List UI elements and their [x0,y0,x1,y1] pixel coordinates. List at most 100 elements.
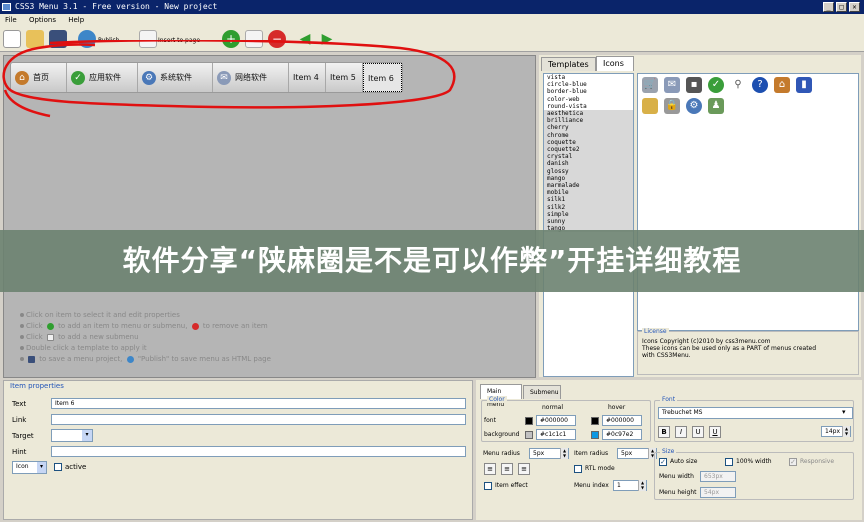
chevron-down-icon[interactable]: ▾ [37,462,46,473]
menu-item-6[interactable]: Item 6 [363,63,402,92]
underline-button-2[interactable]: U [709,426,721,438]
list-item[interactable]: sunny [544,218,633,226]
book-icon[interactable]: ▮ [796,77,812,93]
minimize-button[interactable]: _ [823,2,834,12]
font-hover-swatch[interactable] [591,417,599,425]
publish-globe-icon[interactable] [78,30,96,48]
publish-label[interactable]: Publish [98,37,119,44]
move-right-arrow-icon[interactable]: ▶ [318,30,336,48]
chevron-down-icon[interactable]: ▾ [82,430,92,441]
cart-icon[interactable]: 🛒 [642,77,658,93]
stepper-arrows-icon[interactable]: ▲ ▼ [842,426,850,437]
bg-hover-input[interactable]: #0c97e2 [602,429,642,440]
menu-item-home[interactable]: ⌂ 首页 [11,63,67,92]
stepper-arrows-icon[interactable]: ▲ ▼ [638,480,646,491]
icon-select[interactable]: Icon ▾ [12,461,47,474]
link-input[interactable] [51,414,466,425]
home-icon[interactable]: ⌂ [774,77,790,93]
list-item[interactable]: aesthetica [544,110,633,118]
add-submenu-icon[interactable] [245,30,263,48]
list-item[interactable]: silk1 [544,196,633,204]
active-checkbox[interactable] [54,463,62,471]
hint-input[interactable] [51,446,466,457]
list-item[interactable]: cherry [544,124,633,132]
open-folder-icon[interactable] [26,30,44,48]
font-normal-swatch[interactable] [525,417,533,425]
tab-templates[interactable]: Templates [541,57,596,71]
bg-hover-swatch[interactable] [591,431,599,439]
auto-size-checkbox[interactable]: ✓ [659,458,667,466]
lock-icon[interactable]: 🔒 [664,98,680,114]
list-item[interactable]: chrome [544,131,633,139]
menu-radius-input[interactable]: 5px ▲ ▼ [529,448,569,459]
bold-button[interactable]: B [658,426,670,438]
list-item[interactable]: mango [544,174,633,183]
folder-icon[interactable] [642,98,658,114]
item-effect-checkbox[interactable] [484,482,492,490]
list-item[interactable]: mobile [544,189,633,197]
search-icon[interactable]: ⚲ [730,77,746,93]
bg-normal-input[interactable]: #c1c1c1 [536,429,576,440]
menu-item-system[interactable]: ⚙ 系统软件 [138,63,213,92]
font-normal-input[interactable]: #000000 [536,415,576,426]
align-right-button[interactable]: ≡ [518,463,530,475]
target-select[interactable]: ▾ [51,429,93,442]
gear-icon[interactable]: ⚙ [686,98,702,114]
list-item[interactable]: glossy [544,167,633,175]
new-icon[interactable] [3,30,21,48]
font-hover-input[interactable]: #000000 [602,415,642,426]
list-item[interactable]: danish [544,160,633,168]
menu-item-5[interactable]: Item 5 [326,63,363,92]
disk-icon[interactable]: ▪ [686,77,702,93]
underline-button[interactable]: U [692,426,704,438]
menu-help[interactable]: Help [68,16,84,24]
menu-index-input[interactable]: 1 ▲ ▼ [613,480,647,491]
text-input[interactable]: Item 6 [51,398,466,409]
font-size-input[interactable]: 14px ▲ ▼ [821,426,851,437]
check-icon[interactable]: ✓ [708,77,724,93]
close-button[interactable]: ✕ [849,2,860,12]
users-icon[interactable]: ♟ [708,98,724,114]
menu-width-input[interactable]: 653px [700,471,736,482]
menu-item-apps[interactable]: ✓ 应用软件 [67,63,138,92]
list-item[interactable]: marmalade [544,182,633,190]
move-left-arrow-icon[interactable]: ◀ [296,30,314,48]
list-item[interactable]: color-web [547,96,633,103]
list-item[interactable]: round-vista [547,103,633,110]
menu-file[interactable]: File [5,16,17,24]
align-center-button[interactable]: ≡ [501,463,513,475]
remove-item-icon[interactable]: − [268,30,286,48]
list-item[interactable]: vista [547,74,633,81]
align-left-button[interactable]: ≡ [484,463,496,475]
italic-button[interactable]: I [675,426,687,438]
add-item-icon[interactable]: + [222,30,240,48]
menu-item-network[interactable]: ✉ 网络软件 [213,63,289,92]
bg-normal-swatch[interactable] [525,431,533,439]
font-family-select[interactable]: Trebuchet MS [658,407,853,419]
maximize-button[interactable]: □ [836,2,847,12]
list-item[interactable]: circle-blue [547,81,633,88]
insert-page-icon[interactable] [139,30,157,48]
mail-icon[interactable]: ✉ [664,77,680,93]
chevron-down-icon[interactable]: ▾ [842,408,846,416]
menu-height-input[interactable]: 54px [700,487,736,498]
tab-icons[interactable]: Icons [596,56,634,71]
list-item[interactable]: brilliance [544,117,633,125]
list-item[interactable]: border-blue [547,88,633,95]
save-icon[interactable] [49,30,67,48]
template-list[interactable]: vista circle-blue border-blue color-web … [543,73,634,377]
list-item[interactable]: simple [544,210,633,219]
menu-item-4[interactable]: Item 4 [289,63,326,92]
insert-label[interactable]: Insert to page [158,37,200,44]
rtl-checkbox[interactable] [574,465,582,473]
list-item[interactable]: silk2 [544,203,633,211]
list-item[interactable]: coquette [544,138,633,147]
menu-options[interactable]: Options [29,16,56,24]
list-item[interactable]: crystal [544,153,633,161]
full-width-checkbox[interactable] [725,458,733,466]
list-item[interactable]: coquette2 [544,146,633,154]
tab-submenu[interactable]: Submenu [523,385,561,399]
stepper-arrows-icon[interactable]: ▲ ▼ [560,448,568,459]
responsive-checkbox[interactable]: ✓ [789,458,797,466]
help-icon[interactable]: ? [752,77,768,93]
